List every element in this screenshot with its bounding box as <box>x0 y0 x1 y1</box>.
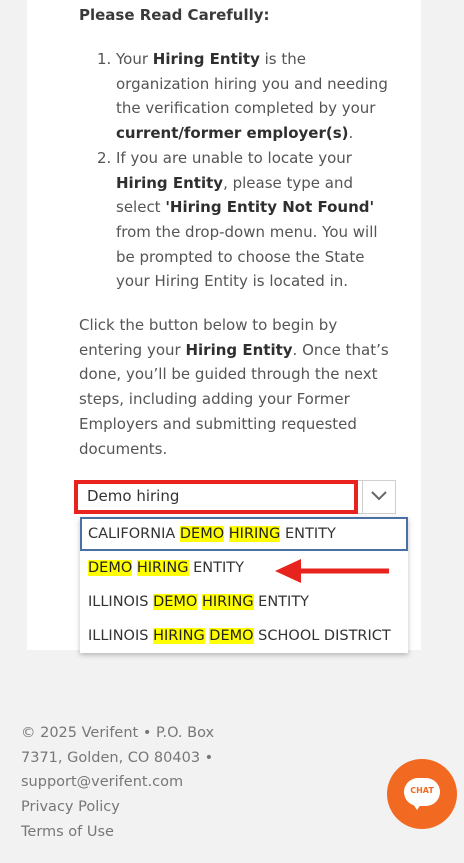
dropdown-menu: CALIFORNIA DEMO HIRING ENTITY DEMO HIRING… <box>80 517 408 653</box>
step-number: 2. <box>97 148 112 167</box>
instruction-step-2: 2. If you are unable to locate your Hirin… <box>97 146 397 294</box>
instructions-paragraph: Click the button below to begin by enter… <box>79 313 399 461</box>
dropdown-option[interactable]: ILLINOIS DEMO HIRING ENTITY <box>80 585 408 619</box>
option-match-text: DEMO <box>153 594 198 610</box>
option-match-text: HIRING <box>136 560 189 576</box>
step-bold: Hiring Entity <box>116 173 224 192</box>
option-match-text: DEMO <box>179 526 225 542</box>
footer: © 2025 Verifent • P.O. Box 7371, Golden,… <box>21 721 241 845</box>
option-match-text: DEMO <box>88 560 133 576</box>
chevron-down-icon <box>371 491 387 501</box>
option-text: ENTITY <box>280 526 336 542</box>
step-text: If you are unable to locate your <box>116 148 352 167</box>
annotation-arrow-icon <box>275 559 389 583</box>
privacy-policy-link[interactable]: Privacy Policy <box>21 795 241 820</box>
step-text: from the drop-down menu. You will be pro… <box>116 222 378 291</box>
option-text: SCHOOL DISTRICT <box>253 628 391 644</box>
option-text: ILLINOIS <box>88 594 154 610</box>
option-match-text: DEMO <box>209 628 254 644</box>
option-text: ILLINOIS <box>88 628 154 644</box>
step-text: Your <box>116 50 153 68</box>
instruction-step-1: 1. Your Hiring Entity is the organization… <box>97 47 397 146</box>
terms-of-use-link[interactable]: Terms of Use <box>21 820 241 845</box>
chat-button[interactable]: CHAT <box>387 759 457 829</box>
annotation-highlight-box <box>74 480 358 514</box>
option-text: ENTITY <box>253 594 310 610</box>
option-match-text: HIRING <box>153 628 205 644</box>
option-match-text: HIRING <box>228 526 281 542</box>
step-bold: 'Hiring Entity Not Found' <box>165 198 375 217</box>
step-text: . <box>348 124 354 143</box>
dropdown-option[interactable]: CALIFORNIA DEMO HIRING ENTITY <box>80 517 408 551</box>
option-text: ENTITY <box>188 560 244 576</box>
footer-address: 7371, Golden, CO 80403 • <box>21 749 214 766</box>
instructions-heading: Please Read Carefully: <box>79 6 270 24</box>
option-text: CALIFORNIA <box>88 526 180 542</box>
step-number: 1. <box>97 50 112 68</box>
dropdown-option[interactable]: ILLINOIS HIRING DEMO SCHOOL DISTRICT <box>80 619 408 653</box>
support-email-link[interactable]: support@verifent.com <box>21 770 241 795</box>
step-bold: Hiring Entity <box>152 50 260 68</box>
step-bold: current/former employer(s) <box>116 124 349 143</box>
instructions-list: 1. Your Hiring Entity is the organization… <box>97 47 397 294</box>
option-match-text: HIRING <box>201 594 254 610</box>
dropdown-toggle[interactable] <box>362 481 396 513</box>
chat-label: CHAT <box>410 786 434 795</box>
footer-copyright: © 2025 Verifent • P.O. Box <box>21 725 215 741</box>
para-bold: Hiring Entity <box>185 340 293 359</box>
chat-bubble-tail <box>411 801 423 810</box>
